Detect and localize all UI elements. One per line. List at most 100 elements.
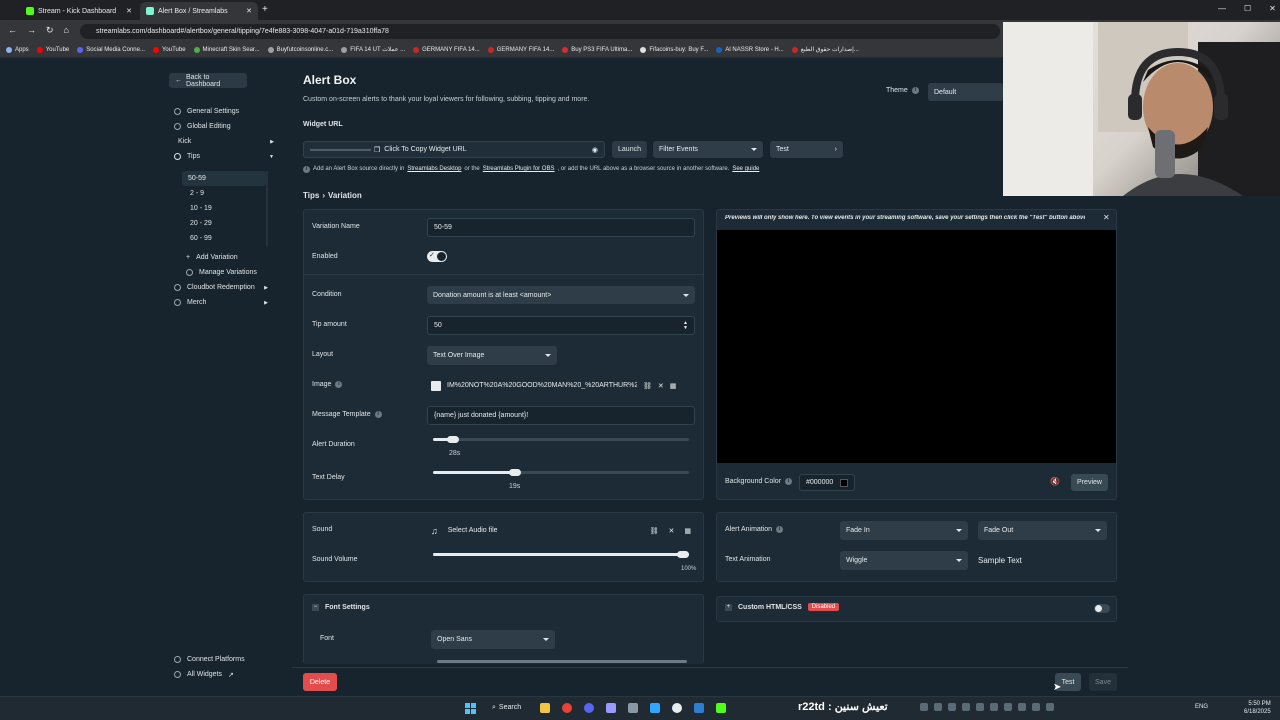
image-file-picker[interactable]: IM%20NOT%20A%20GOOD%20MAN%20_%20ARTHUR%2… [427,376,695,395]
home-icon[interactable]: ⌂ [64,25,69,36]
variation-item[interactable]: 60 - 99 [182,231,266,246]
slider-handle[interactable] [677,551,689,558]
windows-start-icon[interactable] [465,703,476,714]
sound-file-picker[interactable]: ♫ Select Audio file ⛓ ✕ ▦ [427,521,695,540]
message-template-input[interactable]: {name} just donated {amount}! [427,406,695,425]
app-icon[interactable] [650,703,660,713]
close-icon[interactable]: ✕ [246,7,252,15]
layout-select[interactable]: Text Over Image [427,346,557,365]
manage-variations-button[interactable]: Manage Variations [186,265,286,280]
connect-platforms-link[interactable]: Connect Platforms [174,652,274,667]
custom-html-header[interactable]: + Custom HTML/CSS Disabled [725,603,840,611]
tray-icon[interactable] [1046,703,1054,711]
variation-item[interactable]: 50-59 [182,171,266,186]
tray-icon[interactable] [948,703,956,711]
variation-item[interactable]: 2 - 9 [182,186,266,201]
font-size-slider[interactable] [437,660,687,663]
collapse-icon[interactable]: − [312,604,319,611]
bookmark-item[interactable]: FIFA 14 UT عملات ... [341,46,405,53]
new-tab-icon[interactable]: + [262,4,268,15]
tab-alert-box[interactable]: Alert Box / Streamlabs ✕ [140,2,258,20]
gallery-icon[interactable]: ▦ [684,527,691,535]
taskbar-search[interactable]: ⌕ Search [492,704,521,712]
tab-kick-dashboard[interactable]: Stream - Kick Dashboard ✕ [20,2,138,20]
bookmark-item[interactable]: Buy PS3 FIFA Ultima... [562,46,632,53]
back-arrow-icon[interactable]: ← [8,25,17,36]
text-delay-slider[interactable] [433,469,689,476]
bookmark-item[interactable]: Minecraft Skin Sear... [193,46,260,53]
forward-arrow-icon[interactable]: → [27,25,36,36]
url-input[interactable]: streamlabs.com/dashboard#/alertbox/gener… [80,24,1000,39]
sound-volume-slider[interactable] [433,551,689,558]
bookmark-item[interactable]: GERMANY FIFA 14... [413,46,480,53]
launch-button[interactable]: Launch [612,141,647,158]
remove-icon[interactable]: ✕ [658,382,664,390]
tray-icon[interactable] [1004,703,1012,711]
tray-icon[interactable] [920,703,928,711]
tray-icon[interactable] [990,703,998,711]
alert-duration-slider[interactable] [433,436,689,443]
sidebar-item-kick[interactable]: Kick ▶ [174,134,274,149]
bookmark-item[interactable]: Buyfutcoinsonline.c... [267,46,333,53]
close-icon[interactable]: ✕ [1103,213,1110,222]
copy-widget-url-button[interactable]: ▬▬▬▬▬▬▬▬▬▬ ❐ Click To Copy Widget URL ◉ [303,141,605,158]
variation-name-input[interactable]: 50-59 [427,218,695,237]
variation-item[interactable]: 10 - 19 [182,201,266,216]
bookmark-item[interactable]: Fifacoins-buy: Buy F... [640,46,708,53]
sidebar-item-general-settings[interactable]: General Settings [174,104,274,119]
mute-icon[interactable]: 🔇 [1050,477,1060,486]
kick-icon[interactable] [716,703,726,713]
slider-handle[interactable] [509,469,521,476]
sidebar-item-cloudbot[interactable]: Cloudbot Redemption ▶ [174,280,268,295]
text-animation-select[interactable]: Wiggle [840,551,968,570]
delete-button[interactable]: Delete [303,673,337,691]
gallery-icon[interactable]: ▦ [670,382,677,390]
preview-button[interactable]: Preview [1071,474,1108,491]
variation-item[interactable]: 20 - 29 [182,216,266,231]
back-to-dashboard-button[interactable]: ← Back to Dashboard [169,73,247,88]
bookmark-item[interactable]: Social Media Conne... [77,46,145,53]
sidebar-item-tips[interactable]: Tips ▼ [174,149,274,164]
test-dropdown-button[interactable]: Test › [770,141,843,158]
add-variation-button[interactable]: + Add Variation [186,250,286,265]
stepper-icon[interactable]: ▲ ▼ [683,320,688,331]
steam-icon[interactable] [672,703,682,713]
app-icon[interactable] [628,703,638,713]
language-indicator[interactable]: ENG [1195,704,1208,710]
chrome-icon[interactable] [562,703,572,713]
background-color-input[interactable]: #000000 [799,474,855,491]
animation-out-select[interactable]: Fade Out [978,521,1107,540]
tray-icon[interactable] [976,703,984,711]
link-icon[interactable]: ⛓ [650,527,659,535]
premiere-icon[interactable] [606,703,616,713]
remove-icon[interactable]: ✕ [669,527,675,535]
filter-events-select[interactable]: Filter Events [653,141,763,158]
bookmark-item[interactable]: Al NASSR Store - H... [716,46,784,53]
tray-icon[interactable] [934,703,942,711]
condition-select[interactable]: Donation amount is at least <amount> [427,286,695,304]
clock[interactable]: 5:50 PM 6/18/2025 [1244,700,1271,716]
breadcrumb-parent[interactable]: Tips [303,191,319,200]
maximize-icon[interactable]: ☐ [1244,4,1251,13]
reload-icon[interactable]: ↻ [46,25,54,36]
animation-in-select[interactable]: Fade In [840,521,968,540]
close-window-icon[interactable]: ✕ [1269,4,1276,13]
close-icon[interactable]: ✕ [126,7,132,15]
link-icon[interactable]: ⛓ [643,382,652,390]
bookmark-item[interactable]: إصدارات حقوق الطبع... [791,46,859,53]
slider-handle[interactable] [447,436,459,443]
enabled-toggle[interactable]: ✓ [427,251,447,262]
sidebar-item-merch[interactable]: Merch ▶ [174,295,268,310]
theme-select[interactable]: Default [928,83,1003,101]
file-explorer-icon[interactable] [540,703,550,713]
minimize-icon[interactable]: — [1218,4,1226,13]
obs-plugin-link[interactable]: Streamlabs Plugin for OBS [483,166,555,173]
streamlabs-desktop-link[interactable]: Streamlabs Desktop [407,166,461,173]
bookmark-item[interactable]: YouTube [36,46,69,53]
sidebar-item-global-editing[interactable]: Global Editing [174,119,274,134]
bookmark-item[interactable]: YouTube [152,46,186,53]
see-guide-link[interactable]: See guide [732,166,759,173]
font-select[interactable]: Open Sans [431,630,555,649]
expand-icon[interactable]: + [725,603,732,611]
tray-icon[interactable] [962,703,970,711]
